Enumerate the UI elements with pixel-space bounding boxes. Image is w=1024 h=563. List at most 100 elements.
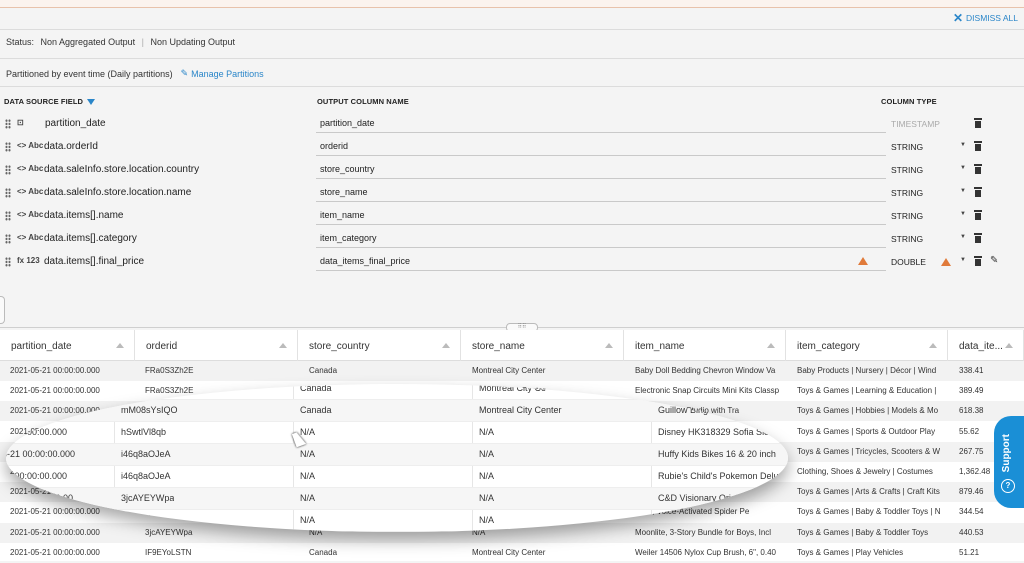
grid-column-header[interactable]: partition_date (0, 330, 135, 361)
manage-partitions-link[interactable]: ✎ Manage Partitions (181, 68, 264, 79)
magnified-row: 20:00:00:00.000 hSwtlVl8qb N/A N/A Disney HK… (6, 422, 788, 444)
status-line: Status: Non Aggregated Output | Non Upda… (6, 37, 236, 47)
column-type-select[interactable]: STRING (891, 234, 923, 244)
support-button[interactable]: Support ? (994, 416, 1024, 508)
magnified-cell: 2021-05-21 00:00 (6, 405, 74, 415)
column-type-select[interactable]: STRING (891, 211, 923, 221)
trash-icon[interactable] (974, 164, 982, 174)
column-type-select[interactable]: STRING (891, 142, 923, 152)
divider (0, 86, 1024, 87)
drag-handle-icon[interactable] (5, 142, 11, 152)
status-value: Non Aggregated Output (40, 37, 136, 47)
mapping-row[interactable]: <> Abc data.items[].category item_category… (0, 228, 1024, 251)
drag-handle-icon[interactable] (5, 188, 11, 198)
magnified-cell: 5-21 00:00:00.000 (6, 449, 76, 459)
table-cell: Toys & Games | Arts & Crafts | Craft Kit… (797, 487, 940, 497)
drag-handle-icon[interactable] (5, 165, 11, 175)
output-column-input[interactable]: store_country (316, 162, 886, 179)
trash-icon[interactable] (974, 118, 982, 128)
source-field-label: data.items[].final_price (44, 256, 145, 267)
chevron-down-icon[interactable]: ▼ (960, 211, 966, 217)
header-data-source-field: DATA SOURCE FIELD (4, 97, 96, 106)
drag-handle-icon[interactable] (5, 234, 11, 244)
table-cell: 618.38 (959, 406, 984, 416)
table-cell: 338.41 (959, 366, 984, 375)
grid-column-header[interactable]: store_country (298, 330, 461, 361)
table-row[interactable]: 2021-05-21 00:00:00.000 IF9EYoLSTN Canada M… (0, 543, 1024, 563)
table-cell: Toys & Games | Learning & Education | (797, 386, 937, 396)
drag-handle-icon[interactable] (5, 119, 11, 129)
drag-handle-icon[interactable] (5, 211, 11, 221)
table-cell: Toys & Games | Hobbies | Models & Mo (797, 406, 939, 416)
output-column-input[interactable]: item_name (316, 208, 886, 225)
magnified-row: Canada Montreal City Ce (6, 384, 788, 400)
warning-icon (858, 257, 868, 265)
trash-icon[interactable] (974, 256, 982, 266)
mapping-row[interactable]: <> Abc data.saleInfo.store.location.count… (0, 159, 1024, 182)
grid-column-header[interactable]: data_ite... (948, 330, 1024, 361)
sort-icon[interactable] (1005, 343, 1013, 348)
trash-icon[interactable] (974, 141, 982, 151)
sort-icon[interactable] (442, 343, 450, 348)
mapping-row[interactable]: ⊡ partition_date partition_date TIMESTAMP (0, 113, 1024, 136)
grid-column-header[interactable]: item_name (624, 330, 786, 361)
sort-icon[interactable] (767, 343, 775, 348)
magnified-cell: C&D Visionary Originals Flas (658, 493, 774, 503)
magnified-cell: i46q8aOJeA (121, 449, 171, 459)
grid-column-header[interactable]: store_name (461, 330, 624, 361)
question-icon: ? (1001, 479, 1015, 493)
trash-icon[interactable] (974, 210, 982, 220)
output-column-input[interactable]: orderid (316, 139, 886, 156)
magnified-row: 2021-05-21 00:00 mM08sYsIQO Canada Montreal… (6, 400, 788, 422)
table-row[interactable]: 2021-05-21 00:00:00.000 FRa0S3Zh2E Canada M… (0, 361, 1024, 381)
chevron-down-icon[interactable]: ▼ (960, 165, 966, 171)
column-type-select[interactable]: DOUBLE (891, 257, 926, 267)
magnified-cell: N/A (300, 493, 316, 503)
magnified-cell: N/A (479, 471, 495, 481)
mapping-row[interactable]: fx 123 data.items[].final_price data_items… (0, 251, 1024, 274)
table-cell: Canada (309, 547, 338, 557)
warning-icon (941, 258, 951, 266)
chevron-down-icon[interactable]: ▼ (960, 188, 966, 194)
mapping-row[interactable]: <> Abc data.items[].name item_name STRING ▼ (0, 205, 1024, 228)
magnified-row: 2021-05-21 00:00 3jcAYEYWpa N/A N/A C&D Visi… (6, 488, 788, 510)
mapping-row[interactable]: <> Abc data.orderId orderid STRING ▼ (0, 136, 1024, 159)
chevron-down-icon[interactable]: ▼ (960, 142, 966, 148)
separator: | (141, 37, 144, 47)
grid-header: partition_date orderid store_country store_… (0, 330, 1024, 361)
sort-icon[interactable] (605, 343, 613, 348)
magnified-cell: Canada (300, 384, 332, 393)
output-column-input[interactable]: data_items_final_price (316, 254, 886, 271)
grid-column-header[interactable]: item_category (786, 330, 948, 361)
mapping-row[interactable]: <> Abc data.saleInfo.store.location.name s… (0, 182, 1024, 205)
grid-column-header[interactable]: orderid (135, 330, 298, 361)
chevron-down-icon[interactable]: ▼ (960, 257, 966, 263)
trash-icon[interactable] (974, 233, 982, 243)
magnified-cell: Huffy Kids Bikes 16 & 20 inch (658, 449, 776, 459)
field-type-icon: <> Abc (17, 187, 44, 196)
sort-icon[interactable] (929, 343, 937, 348)
magnified-cell: hSwtlVl8qb (121, 427, 167, 437)
magnified-cell: N/A (479, 449, 495, 459)
pencil-icon[interactable]: ✎ (990, 255, 998, 266)
table-cell: IF9EYoLSTN (145, 547, 192, 557)
sort-icon[interactable] (116, 343, 124, 348)
magnified-row: 5-21 00:00:00.000 i46q8aOJeA N/A N/A Huffy K… (6, 444, 788, 466)
sort-icon[interactable] (279, 343, 287, 348)
magnified-cell: N/A (479, 427, 495, 437)
trash-icon[interactable] (974, 187, 982, 197)
column-type-select[interactable]: STRING (891, 165, 923, 175)
field-type-icon: <> Abc (17, 164, 44, 173)
table-cell: 440.53 (959, 527, 984, 537)
dismiss-all-button[interactable]: ✕ DISMISS ALL (953, 12, 1018, 24)
output-column-input[interactable]: item_category (316, 231, 886, 248)
output-column-input[interactable]: partition_date (316, 116, 886, 133)
column-type-select[interactable]: STRING (891, 188, 923, 198)
magnified-cell: Rubie's Child's Pokemon Deluxe (658, 471, 788, 481)
table-cell: Montreal City Center (472, 366, 546, 375)
filter-icon[interactable] (87, 99, 96, 106)
output-column-input[interactable]: store_name (316, 185, 886, 202)
collapse-handle[interactable] (0, 296, 5, 324)
chevron-down-icon[interactable]: ▼ (960, 234, 966, 240)
drag-handle-icon[interactable] (5, 257, 11, 267)
